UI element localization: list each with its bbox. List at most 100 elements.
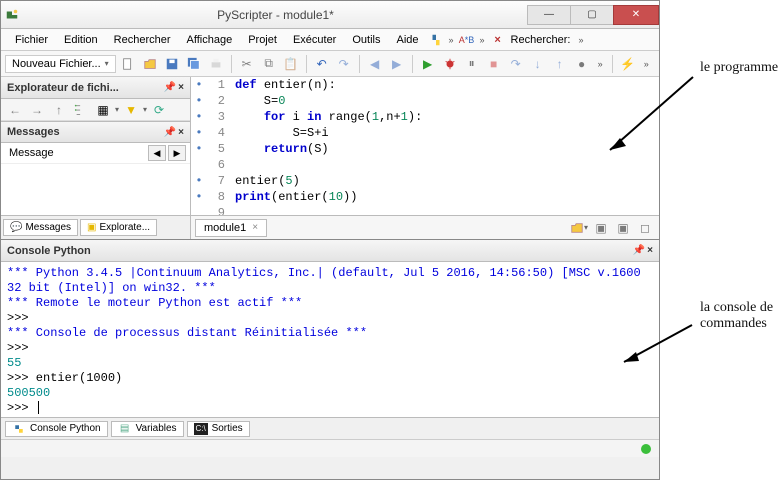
step-into-icon[interactable]: ↓ bbox=[528, 54, 548, 74]
editor-tab-module1[interactable]: module1 × bbox=[195, 219, 267, 237]
step-over-icon[interactable]: ↷ bbox=[506, 54, 526, 74]
window-icon[interactable]: ◻ bbox=[635, 218, 655, 238]
tab-vars-label: Variables bbox=[136, 423, 177, 434]
close-button[interactable]: ✕ bbox=[613, 5, 659, 25]
copy-icon[interactable]: ⧉ bbox=[259, 54, 279, 74]
arrow-icon bbox=[612, 320, 697, 375]
console-body[interactable]: *** Python 3.4.5 |Continuum Analytics, I… bbox=[1, 262, 659, 417]
maximize-button[interactable]: ▢ bbox=[570, 5, 614, 25]
editor-tabs: module1 × ▾ ▣ ▣ ◻ bbox=[191, 215, 659, 239]
code-body[interactable]: def entier(n): S=0 for i in range(1,n+1)… bbox=[231, 77, 659, 215]
menu-aide[interactable]: Aide bbox=[388, 32, 426, 48]
up-icon[interactable]: ↑ bbox=[49, 100, 69, 120]
close-panel-icon[interactable]: × bbox=[178, 127, 184, 138]
output-tabs: Console Python ▤ Variables C:\ Sorties bbox=[1, 417, 659, 439]
pin-icon[interactable]: 📌 bbox=[633, 245, 645, 256]
back-icon[interactable]: ← bbox=[5, 100, 25, 120]
tab-explorer[interactable]: ▣ Explorate... bbox=[80, 219, 157, 236]
close-panel-icon[interactable]: × bbox=[647, 245, 653, 256]
folder2-icon[interactable]: ▣ bbox=[613, 218, 633, 238]
print-icon[interactable] bbox=[206, 54, 226, 74]
toolbar: Nouveau Fichier... ▾ ✂ ⧉ 📋 ↶ ↷ ◀ ▶ ▶ ⏸ ■… bbox=[1, 51, 659, 77]
menu-outils[interactable]: Outils bbox=[344, 32, 388, 48]
nav-back-icon[interactable]: ◀ bbox=[365, 54, 385, 74]
prev-msg-icon[interactable]: ◀ bbox=[148, 145, 166, 161]
open-folder-icon[interactable]: ▾ bbox=[569, 218, 589, 238]
chevron-right-icon[interactable]: » bbox=[574, 35, 587, 45]
tab-explorer-label: Explorate... bbox=[99, 222, 150, 233]
app-icon bbox=[1, 8, 23, 22]
folder-icon[interactable]: ▣ bbox=[591, 218, 611, 238]
tab-sorties[interactable]: C:\ Sorties bbox=[187, 421, 250, 437]
paste-icon[interactable]: 📋 bbox=[281, 54, 301, 74]
left-column: Explorateur de fichi... 📌 × ← → ↑ ▦ ▾ ▼ … bbox=[1, 77, 191, 239]
chevron-right-icon[interactable]: » bbox=[445, 35, 458, 45]
open-folder-icon[interactable] bbox=[140, 54, 160, 74]
lightning-icon[interactable]: ⚡ bbox=[618, 54, 638, 74]
new-doc-icon[interactable] bbox=[118, 54, 138, 74]
undo-icon[interactable]: ↶ bbox=[312, 54, 332, 74]
filter-icon[interactable]: ▼ bbox=[121, 100, 141, 120]
new-file-button[interactable]: Nouveau Fichier... ▾ bbox=[5, 55, 116, 73]
menu-projet[interactable]: Projet bbox=[240, 32, 285, 48]
chevron-down-icon[interactable]: ▾ bbox=[115, 105, 119, 114]
chevron-right-icon[interactable]: » bbox=[640, 59, 653, 69]
tree-icon[interactable] bbox=[71, 100, 91, 120]
folder-tree-icon[interactable]: ▦ bbox=[93, 100, 113, 120]
python-icon bbox=[12, 423, 26, 435]
refresh-icon[interactable]: ⟳ bbox=[149, 100, 169, 120]
menu-fichier[interactable]: Fichier bbox=[7, 32, 56, 48]
minimize-button[interactable]: — bbox=[527, 5, 571, 25]
redo-icon[interactable]: ↷ bbox=[334, 54, 354, 74]
close-tab-icon[interactable]: × bbox=[252, 222, 258, 233]
chevron-down-icon[interactable]: ▾ bbox=[143, 105, 147, 114]
messages-body bbox=[1, 164, 190, 215]
python-logo-icon bbox=[427, 31, 445, 49]
tab-variables[interactable]: ▤ Variables bbox=[111, 421, 184, 437]
messages-columns: Message ◀ ▶ bbox=[1, 143, 190, 164]
tab-console-python[interactable]: Console Python bbox=[5, 421, 108, 437]
tab-messages[interactable]: 💬 Messages bbox=[3, 219, 78, 236]
new-file-label: Nouveau Fichier... bbox=[12, 58, 101, 70]
menu-affichage[interactable]: Affichage bbox=[179, 32, 241, 48]
statusbar bbox=[1, 439, 659, 457]
stop-icon[interactable]: ■ bbox=[484, 54, 504, 74]
step-out-icon[interactable]: ↑ bbox=[550, 54, 570, 74]
main-area: Explorateur de fichi... 📌 × ← → ↑ ▦ ▾ ▼ … bbox=[1, 77, 659, 239]
nav-fwd-icon[interactable]: ▶ bbox=[387, 54, 407, 74]
save-all-icon[interactable] bbox=[184, 54, 204, 74]
cut-icon[interactable]: ✂ bbox=[237, 54, 257, 74]
menubar: Fichier Edition Rechercher Affichage Pro… bbox=[1, 29, 659, 51]
annotation-console-l1: la console de bbox=[700, 300, 773, 316]
code-editor[interactable]: ••••••• 123456789 def entier(n): S=0 for… bbox=[191, 77, 659, 215]
pin-icon[interactable]: 📌 bbox=[164, 82, 176, 93]
pin-icon[interactable]: 📌 bbox=[164, 127, 176, 138]
menu-edition[interactable]: Edition bbox=[56, 32, 106, 48]
next-msg-icon[interactable]: ▶ bbox=[168, 145, 186, 161]
breakpoint-icon[interactable]: ● bbox=[572, 54, 592, 74]
menu-rechercher[interactable]: Rechercher bbox=[106, 32, 179, 48]
menu-executer[interactable]: Exécuter bbox=[285, 32, 344, 48]
save-icon[interactable] bbox=[162, 54, 182, 74]
debug-icon[interactable] bbox=[440, 54, 460, 74]
app-window: PyScripter - module1* — ▢ ✕ Fichier Edit… bbox=[0, 0, 660, 480]
explorer-toolbar: ← → ↑ ▦ ▾ ▼ ▾ ⟳ bbox=[1, 99, 190, 121]
pause-icon[interactable]: ⏸ bbox=[462, 54, 482, 74]
editor-tab-label: module1 bbox=[204, 222, 246, 234]
window-title: PyScripter - module1* bbox=[23, 8, 528, 22]
annotation-console-l2: commandes bbox=[700, 316, 773, 332]
close-x-icon[interactable]: × bbox=[489, 31, 507, 49]
messages-header: Messages 📌 × bbox=[1, 121, 190, 143]
chevron-right-icon[interactable]: » bbox=[476, 35, 489, 45]
chevron-down-icon: ▾ bbox=[105, 59, 109, 68]
fwd-icon[interactable]: → bbox=[27, 100, 47, 120]
status-indicator-icon bbox=[641, 444, 651, 454]
run-icon[interactable]: ▶ bbox=[418, 54, 438, 74]
explorer-title: Explorateur de fichi... bbox=[7, 82, 119, 94]
gutter-markers: ••••••• bbox=[191, 77, 207, 215]
chevron-right-icon[interactable]: » bbox=[594, 59, 607, 69]
messages-col-header[interactable]: Message bbox=[5, 145, 146, 161]
close-panel-icon[interactable]: × bbox=[178, 82, 184, 93]
console-header: Console Python 📌 × bbox=[1, 240, 659, 262]
syntax-highlight-icon[interactable]: A*B bbox=[458, 31, 476, 49]
